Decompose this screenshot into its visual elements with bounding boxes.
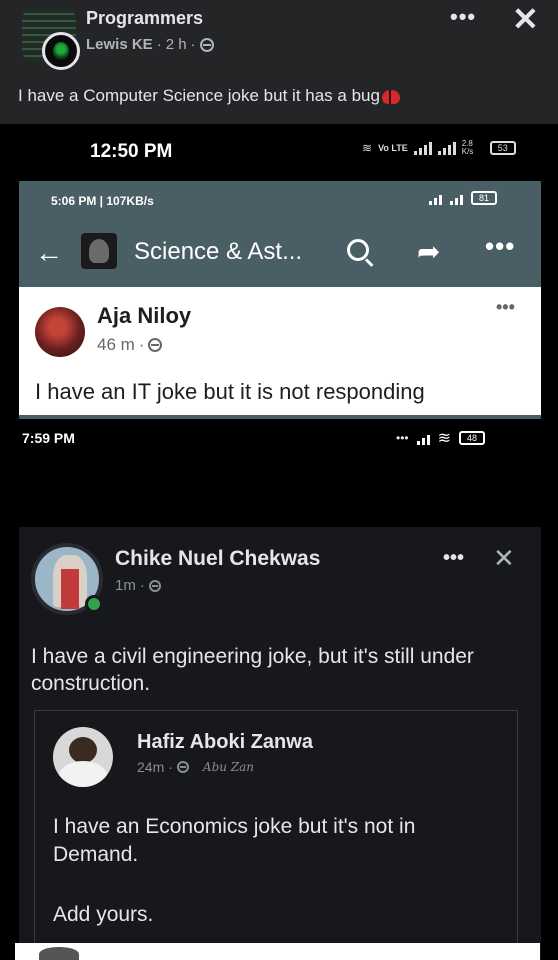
globe-icon: [199, 37, 214, 52]
battery-icon: 53: [489, 141, 516, 155]
status-time-2: 7:59 PM: [22, 430, 75, 446]
post-text: I have a civil engineering joke, but it'…: [31, 645, 474, 695]
next-post-strip: [15, 943, 540, 960]
post-time: 24m: [137, 759, 165, 775]
status-icons-2: ••• ≋ 48: [396, 428, 486, 448]
wifi-icon: ≋: [437, 430, 452, 447]
post-text: I have an IT joke but it is not respondi…: [35, 379, 425, 404]
avatar[interactable]: [53, 727, 113, 787]
signal-icon: [413, 141, 432, 155]
more-icon[interactable]: •••: [485, 231, 515, 262]
poster-name[interactable]: Aja Niloy: [97, 303, 191, 329]
battery-icon: 81: [471, 191, 497, 205]
page-title[interactable]: Science & Ast...: [134, 238, 302, 266]
poster-name[interactable]: Chike Nuel Chekwas: [115, 547, 320, 571]
post-time: 1m: [115, 577, 136, 594]
post-meta: Lewis KE · 2 h ·: [86, 36, 214, 53]
globe-icon: [148, 579, 161, 592]
signal-icon: [416, 431, 430, 445]
more-icon[interactable]: •••: [496, 297, 515, 318]
post-image[interactable]: 12:50 PM ≋ Vo LTE 2.8 K/s 53 5:06 PM | 1…: [0, 124, 558, 960]
shared-text: I have an Economics joke but it's not in…: [53, 815, 416, 866]
app-bar: ← Science & Ast... ➦ •••: [19, 221, 541, 287]
avatar[interactable]: [35, 307, 85, 357]
search-icon[interactable]: [347, 239, 369, 261]
battery-icon: 48: [459, 431, 486, 445]
post-card: Aja Niloy 46 m · ••• I have an IT joke b…: [19, 287, 541, 415]
poster-name[interactable]: Hafiz Aboki Zanwa: [137, 731, 313, 754]
caption-text: I have a Computer Science joke but it ha…: [18, 86, 380, 105]
globe-icon: [176, 761, 189, 773]
status-time: 12:50 PM: [90, 141, 173, 162]
status-icons: ≋ Vo LTE 2.8 K/s 53: [362, 140, 516, 156]
wifi-icon: ≋: [362, 141, 373, 155]
inner-screenshot-2: Chike Nuel Chekwas 1m · ••• ✕ I have a c…: [19, 527, 541, 960]
signal-icon-2: [450, 191, 463, 205]
speed-label: 2.8 K/s: [461, 139, 474, 156]
post-time: 46 m: [97, 335, 135, 354]
post-meta: 24m · Abu Zan: [137, 759, 255, 775]
close-icon[interactable]: ✕: [512, 0, 539, 38]
inner-screenshot-1: 5:06 PM | 107KB/s 81 ← Science & Ast... …: [19, 181, 541, 419]
post-caption: I have a Computer Science joke but it ha…: [18, 86, 400, 106]
online-indicator: [85, 595, 103, 613]
inner-status-time: 5:06 PM | 107KB/s: [51, 194, 154, 208]
more-icon[interactable]: •••: [450, 4, 476, 30]
dots-icon: •••: [396, 431, 409, 445]
author-name[interactable]: Lewis KE: [86, 36, 153, 53]
page-avatar[interactable]: [81, 233, 117, 269]
post-time[interactable]: 2 h: [166, 36, 187, 53]
signal-icon: [429, 191, 442, 205]
close-icon[interactable]: ✕: [493, 543, 515, 574]
post-meta: 1m ·: [115, 577, 161, 594]
network-label: Vo LTE: [378, 143, 408, 153]
post-header: Programmers Lewis KE · 2 h · ••• ✕ I hav…: [0, 0, 558, 124]
shared-post[interactable]: Hafiz Aboki Zanwa 24m · Abu Zan I have a…: [34, 710, 518, 960]
signal-icon-2: [437, 141, 456, 155]
author-avatar[interactable]: [42, 32, 80, 70]
post-meta: 46 m ·: [97, 335, 163, 355]
share-icon[interactable]: ➦: [417, 235, 440, 268]
bug-emoji-icon: [381, 89, 400, 104]
inner-status-icons: 81: [429, 191, 497, 205]
more-icon[interactable]: •••: [443, 547, 464, 570]
back-arrow-icon[interactable]: ←: [35, 237, 63, 269]
signature: Abu Zan: [202, 760, 255, 774]
globe-icon: [148, 338, 163, 352]
group-name[interactable]: Programmers: [86, 8, 203, 29]
add-yours-text: Add yours.: [53, 903, 154, 926]
